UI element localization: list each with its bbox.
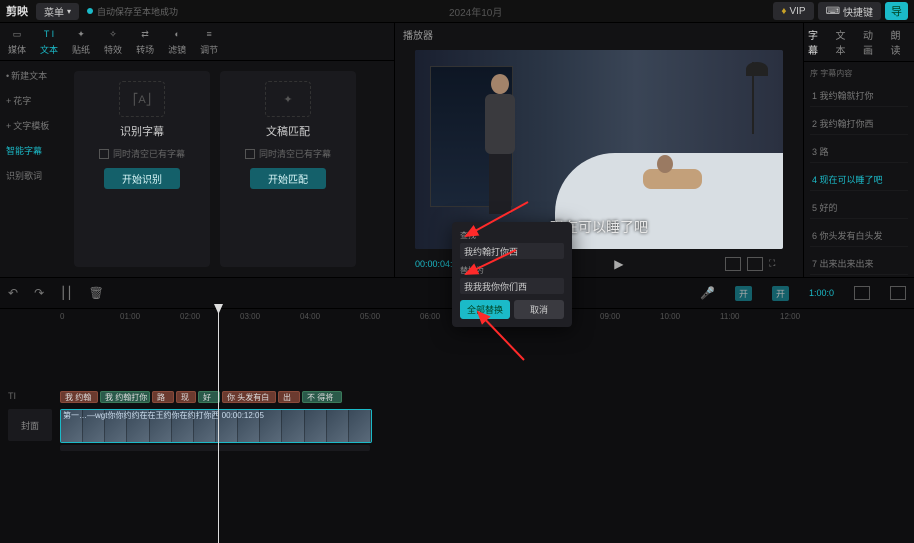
card-script-match: ✦ 文稿匹配 同时清空已有字幕 开始匹配	[220, 71, 356, 267]
effect-icon: ✧	[104, 27, 122, 41]
video-track[interactable]: 封面 第一…—wgt你你约约在在王约你在约打你西 00:00:12:05	[60, 409, 914, 441]
cover-label[interactable]: 封面	[8, 409, 52, 441]
tab-filter[interactable]: ◐滤镜	[168, 27, 186, 56]
vip-button[interactable]: ♦VIP	[773, 2, 813, 20]
export-button[interactable]: 导	[885, 2, 908, 20]
subtitle-item[interactable]: 4 现在可以睡了吧	[810, 169, 908, 191]
tool-b-icon[interactable]	[890, 286, 906, 300]
sidebar-item-fancy[interactable]: +花字	[4, 92, 60, 109]
delete-button[interactable]: 🗑	[89, 286, 104, 300]
card-hint: 同时清空已有字幕	[245, 147, 331, 160]
subtitle-item[interactable]: 2 我约翰打你西	[810, 113, 908, 135]
card-title: 识别字幕	[120, 125, 164, 139]
playhead[interactable]	[218, 304, 219, 543]
preview-header: 播放器	[395, 23, 803, 46]
card-hint: 同时清空已有字幕	[99, 147, 185, 160]
subtitle-clip[interactable]: 现	[176, 391, 196, 403]
ratio-icon[interactable]	[725, 257, 741, 271]
titlebar: 剪映 菜单▾ 自动保存至本地成功 2024年10月 ♦VIP ⌨快捷键 导	[0, 0, 914, 23]
split-button[interactable]: ⎮⎮	[60, 286, 73, 300]
subtitle-clip[interactable]: 路	[152, 391, 174, 403]
subtitle-clip[interactable]: 我 约翰打你	[100, 391, 150, 403]
recognize-icon: ⎡A⎦	[119, 81, 165, 117]
fullscreen-icon[interactable]: ⛶	[769, 258, 783, 270]
shortcut-button[interactable]: ⌨快捷键	[818, 2, 881, 20]
play-button[interactable]: ▶	[614, 257, 623, 271]
list-header: 序 字幕内容	[810, 68, 908, 79]
redo-button[interactable]: ↷	[34, 286, 44, 300]
subtitle-clip[interactable]: 我 约翰	[60, 391, 98, 403]
tab-text[interactable]: T I文本	[40, 27, 58, 56]
tab-effect[interactable]: ✧特效	[104, 27, 122, 56]
rtab-tts[interactable]: 朗读	[891, 27, 911, 57]
tab-adjust[interactable]: ≡调节	[200, 27, 218, 56]
right-tabs: 字幕 文本 动画 朗读	[804, 23, 914, 62]
sidebar-item-template[interactable]: +文字模板	[4, 117, 60, 134]
track-label-text: TI	[8, 391, 54, 401]
tool-tabs: ▭媒体 T I文本 ✦贴纸 ✧特效 ⇄转场 ◐滤镜 ≡调节	[0, 23, 394, 61]
subtitle-item[interactable]: 5 好的	[810, 197, 908, 219]
sidebar-item-lyrics[interactable]: 识别歌词	[4, 167, 60, 184]
cancel-button[interactable]: 取消	[514, 300, 564, 319]
mic-icon[interactable]: 🎤	[700, 286, 715, 300]
subtitle-list: 序 字幕内容 1 我约翰就打你 2 我约翰打你西 3 路 4 现在可以睡了吧 5…	[804, 62, 914, 277]
sidebar-item-newtext[interactable]: •新建文本	[4, 67, 60, 84]
subtitle-clip[interactable]: 不 得将	[302, 391, 342, 403]
grid-icon[interactable]	[747, 257, 763, 271]
subtitle-clip[interactable]: 好	[198, 391, 220, 403]
subtitle-item[interactable]: 6 你头发有白头发	[810, 225, 908, 247]
filter-icon: ◐	[168, 27, 186, 41]
subtitle-clip[interactable]: 出	[278, 391, 300, 403]
checkbox-icon[interactable]	[245, 149, 255, 159]
tool-a-icon[interactable]	[854, 286, 870, 300]
card-title: 文稿匹配	[266, 125, 310, 139]
text-icon: T I	[40, 27, 58, 41]
left-panel: ▭媒体 T I文本 ✦贴纸 ✧特效 ⇄转场 ◐滤镜 ≡调节 •新建文本 +花字 …	[0, 23, 395, 277]
toolbar-time: 1:00:0	[809, 288, 834, 298]
audio-track[interactable]	[60, 445, 370, 451]
save-status: 自动保存至本地成功	[87, 5, 178, 18]
project-title: 2024年10月	[186, 4, 765, 19]
subtitle-item[interactable]: 1 我约翰就打你	[810, 85, 908, 107]
clip-meta: 第一…—wgt你你约约在在王约你在约打你西 00:00:12:05	[63, 410, 264, 421]
video-frame: 现在可以睡了吧	[415, 50, 783, 249]
start-recognize-button[interactable]: 开始识别	[104, 168, 180, 189]
rtab-text[interactable]: 文本	[836, 27, 856, 57]
tab-sticker[interactable]: ✦贴纸	[72, 27, 90, 56]
undo-button[interactable]: ↶	[8, 286, 18, 300]
subtitle-item[interactable]: 7 出来出来出来	[810, 253, 908, 275]
app-logo: 剪映	[6, 3, 28, 19]
checkbox-icon[interactable]	[99, 149, 109, 159]
find-replace-dialog: 查找 替换为 全部替换 取消	[452, 222, 572, 327]
toggle-2[interactable]: 开	[772, 286, 789, 301]
card-recognize-subtitle: ⎡A⎦ 识别字幕 同时清空已有字幕 开始识别	[74, 71, 210, 267]
replace-all-button[interactable]: 全部替换	[460, 300, 510, 319]
media-icon: ▭	[8, 27, 26, 41]
rtab-anim[interactable]: 动画	[863, 27, 883, 57]
find-label: 查找	[460, 230, 564, 241]
match-icon: ✦	[265, 81, 311, 117]
preview-viewport[interactable]: 现在可以睡了吧	[415, 50, 783, 249]
text-sidebar: •新建文本 +花字 +文字模板 智能字幕 识别歌词	[0, 61, 64, 277]
subtitle-clip[interactable]: 你 头发有白	[222, 391, 276, 403]
video-clip[interactable]: 第一…—wgt你你约约在在王约你在约打你西 00:00:12:05	[60, 409, 372, 443]
rtab-subtitle[interactable]: 字幕	[808, 27, 828, 57]
transition-icon: ⇄	[136, 27, 154, 41]
right-panel: 字幕 文本 动画 朗读 序 字幕内容 1 我约翰就打你 2 我约翰打你西 3 路…	[804, 23, 914, 277]
menu-button[interactable]: 菜单▾	[36, 3, 79, 20]
replace-input[interactable]	[460, 278, 564, 294]
sticker-icon: ✦	[72, 27, 90, 41]
start-match-button[interactable]: 开始匹配	[250, 168, 326, 189]
tab-media[interactable]: ▭媒体	[8, 27, 26, 56]
sidebar-item-smart-subtitle[interactable]: 智能字幕	[4, 142, 60, 159]
subtitle-item[interactable]: 3 路	[810, 141, 908, 163]
adjust-icon: ≡	[200, 27, 218, 41]
status-dot-icon	[87, 8, 93, 14]
replace-label: 替换为	[460, 265, 564, 276]
toggle-1[interactable]: 开	[735, 286, 752, 301]
tab-transition[interactable]: ⇄转场	[136, 27, 154, 56]
subtitle-track[interactable]: 我 约翰我 约翰打你路现好你 头发有白出不 得将	[60, 391, 914, 403]
find-input[interactable]	[460, 243, 564, 259]
